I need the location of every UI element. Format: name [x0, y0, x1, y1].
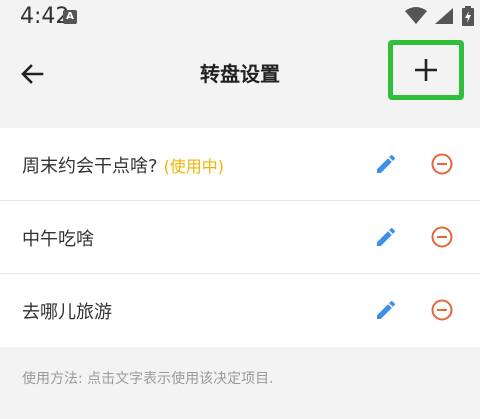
- list-item[interactable]: 中午吃啥: [0, 201, 480, 274]
- notification-icon: A: [63, 10, 77, 24]
- minus-circle-icon[interactable]: [430, 152, 454, 176]
- wifi-icon: [405, 7, 427, 24]
- signal-icon: [435, 8, 453, 24]
- status-bar: 4:42 A: [0, 0, 480, 34]
- status-time: 4:42: [20, 4, 70, 29]
- list-item[interactable]: 去哪儿旅游: [0, 274, 480, 347]
- list-item[interactable]: 周末约会干点啥? (使用中): [0, 128, 480, 201]
- minus-circle-icon[interactable]: [430, 225, 454, 249]
- wheel-list: 周末约会干点啥? (使用中) 中午吃啥 去哪儿旅游: [0, 128, 480, 347]
- item-label[interactable]: 周末约会干点啥? (使用中): [22, 152, 224, 178]
- pencil-icon[interactable]: [374, 225, 398, 249]
- add-button[interactable]: [388, 40, 464, 100]
- battery-icon: [462, 6, 474, 26]
- item-label[interactable]: 中午吃啥: [22, 225, 94, 251]
- pencil-icon[interactable]: [374, 152, 398, 176]
- pencil-icon[interactable]: [374, 298, 398, 322]
- help-text: 使用方法: 点击文字表示使用该决定项目.: [22, 371, 274, 387]
- item-label[interactable]: 去哪儿旅游: [22, 298, 112, 324]
- in-use-badge: (使用中): [163, 157, 225, 176]
- minus-circle-icon[interactable]: [430, 298, 454, 322]
- app-bar: 转盘设置: [0, 34, 480, 114]
- plus-icon: [415, 59, 437, 81]
